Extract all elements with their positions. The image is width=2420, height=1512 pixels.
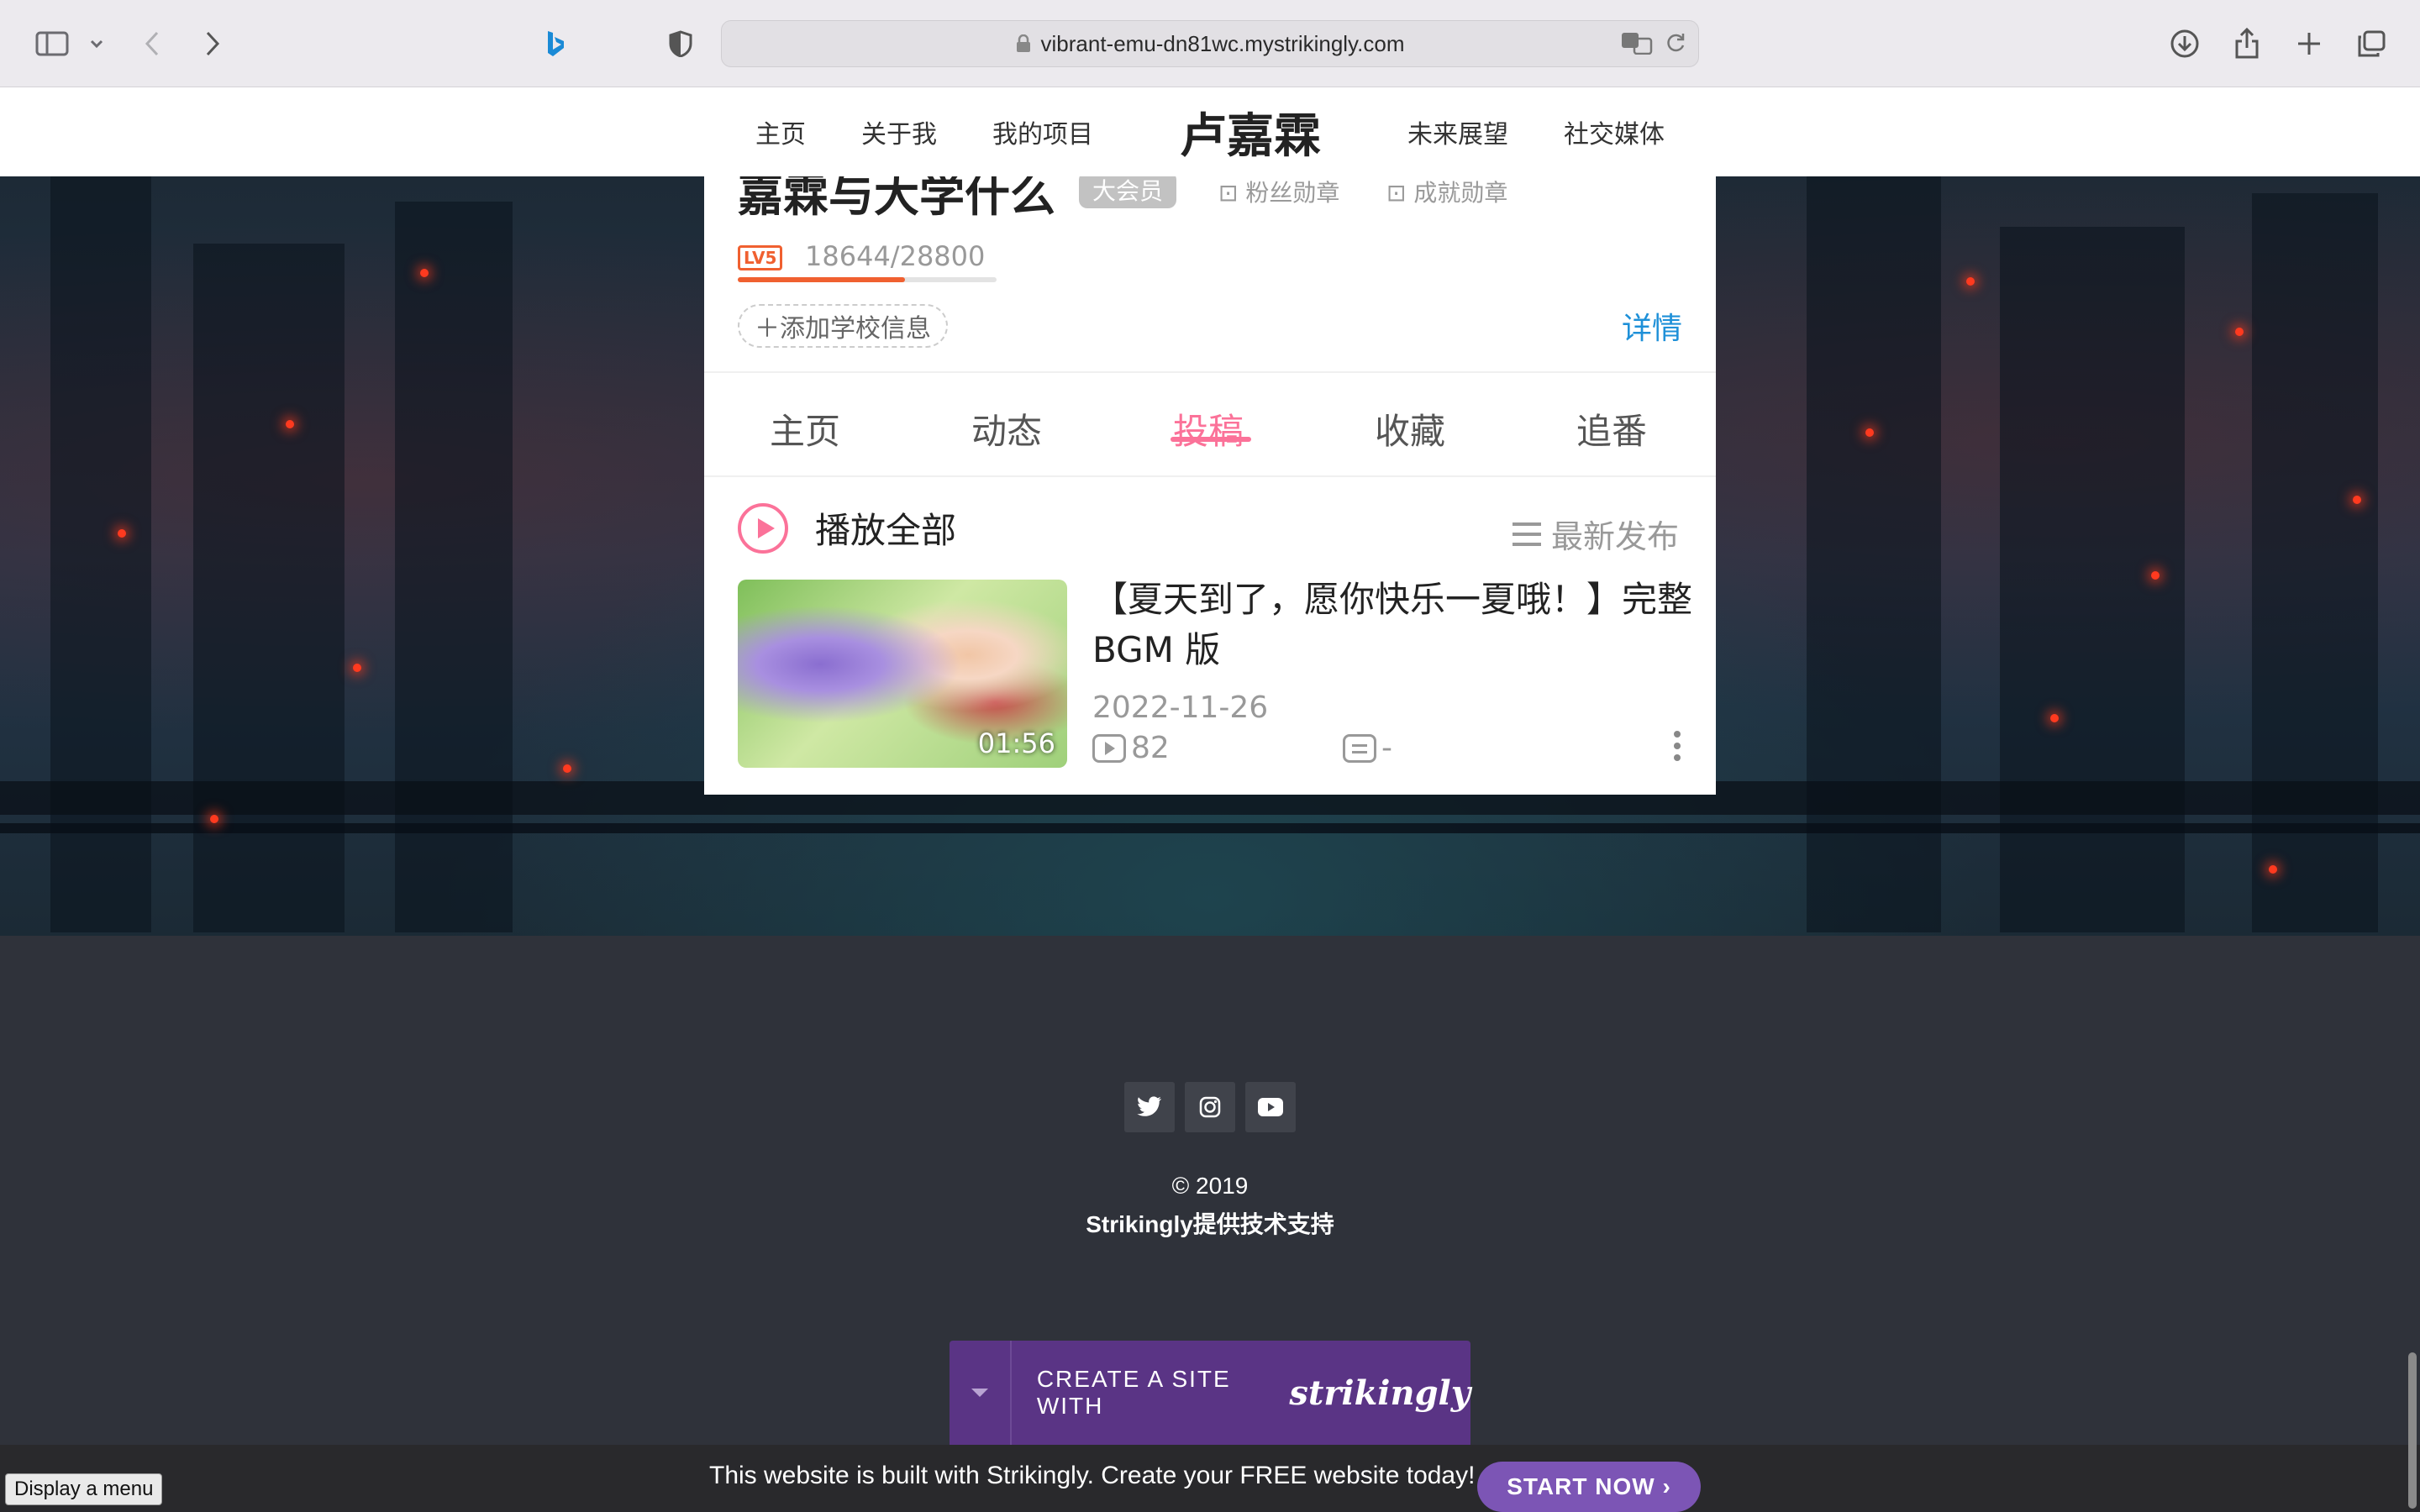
nav-projects[interactable]: 我的项目 <box>992 113 1093 150</box>
site-title[interactable]: 卢嘉霖 <box>1180 98 1321 166</box>
profile-card-image: 嘉霖与大学什么 大会员 ⊡ 粉丝勋章 ⊡ 成就勋章 LV5 18644/2880… <box>704 176 1716 795</box>
profile-tabs: 主页 动态 投稿 收藏 追番 <box>704 373 1716 477</box>
strikingly-logo: strikingly <box>1289 1373 1470 1413</box>
add-school-button[interactable]: ＋添加学校信息 <box>738 304 948 348</box>
tab-home[interactable]: 主页 <box>770 403 840 454</box>
level-badge: LV5 <box>738 245 783 270</box>
chevron-down-icon[interactable] <box>86 22 108 66</box>
video-duration: 01:56 <box>977 727 1055 759</box>
play-all-label: 播放全部 <box>815 510 957 551</box>
active-tab-indicator <box>1171 437 1251 442</box>
back-icon[interactable] <box>139 22 165 66</box>
address-bar[interactable]: vibrant-emu-dn81wc.mystrikingly.com <box>721 20 1699 67</box>
nav-about[interactable]: 关于我 <box>861 113 937 150</box>
create-site-bar[interactable]: CREATE A SITE WITH strikingly <box>950 1341 1470 1445</box>
sidebar-icon[interactable] <box>32 22 72 66</box>
collapse-arrow-icon[interactable] <box>950 1341 1012 1445</box>
experience-text: 18644/28800 <box>805 240 986 272</box>
youtube-icon[interactable] <box>1245 1082 1296 1132</box>
vip-badge: 大会员 <box>1079 176 1177 208</box>
translate-icon[interactable] <box>1621 31 1653 58</box>
view-count: 82 <box>1131 731 1170 765</box>
create-site-text: CREATE A SITE WITH <box>1036 1366 1231 1419</box>
achievement-medal: ⊡ 成就勋章 <box>1386 179 1508 207</box>
video-danmaku: - <box>1343 731 1392 765</box>
tabs-overview-icon[interactable] <box>2354 22 2388 66</box>
nav-social[interactable]: 社交媒体 <box>1564 113 1665 150</box>
nav-home[interactable]: 主页 <box>755 113 806 150</box>
play-count-icon <box>1092 733 1126 763</box>
video-thumbnail[interactable]: 01:56 <box>738 580 1067 768</box>
reload-icon[interactable] <box>1665 31 1686 58</box>
download-icon[interactable] <box>2166 22 2203 66</box>
browser-toolbar: vibrant-emu-dn81wc.mystrikingly.com <box>0 0 2420 87</box>
tab-dynamics[interactable]: 动态 <box>971 403 1042 454</box>
twitter-icon[interactable] <box>1124 1082 1175 1132</box>
new-tab-icon[interactable] <box>2292 22 2326 66</box>
tab-favorites[interactable]: 收藏 <box>1375 403 1445 454</box>
nav-future[interactable]: 未来展望 <box>1407 113 1508 150</box>
divider <box>704 475 1716 477</box>
share-icon[interactable] <box>2230 22 2264 66</box>
play-circle-icon <box>738 502 788 554</box>
sort-label: 最新发布 <box>1550 518 1679 555</box>
shield-icon[interactable] <box>666 22 696 66</box>
video-date: 2022-11-26 <box>1092 690 1269 725</box>
fans-medal: ⊡ 粉丝勋章 <box>1218 179 1340 207</box>
banner-text: This website is built with Strikingly. C… <box>709 1462 1476 1489</box>
scrollbar[interactable] <box>2408 1352 2417 1509</box>
play-all-button[interactable]: 播放全部 <box>738 502 956 554</box>
experience-bar <box>738 277 997 282</box>
experience-bar-fill <box>738 277 906 282</box>
bing-icon[interactable] <box>543 22 568 66</box>
strikingly-banner: This website is built with Strikingly. C… <box>0 1445 2420 1512</box>
powered-by-text[interactable]: Strikingly提供技术支持 <box>0 1206 2420 1240</box>
danmaku-count: - <box>1381 731 1392 765</box>
video-views: 82 <box>1092 731 1170 765</box>
forward-icon[interactable] <box>200 22 225 66</box>
display-menu-tooltip: Display a menu <box>5 1473 163 1505</box>
site-navigation: 主页 关于我 我的项目 卢嘉霖 未来展望 社交媒体 <box>0 87 2420 176</box>
tab-uploads[interactable]: 投稿 <box>1173 403 1244 454</box>
copyright-text: © 2019 <box>1171 1173 1249 1199</box>
start-now-button[interactable]: START NOW › <box>1477 1462 1701 1512</box>
more-options-icon[interactable] <box>1674 731 1682 761</box>
sort-button[interactable]: 最新发布 <box>1512 511 1679 557</box>
details-link[interactable]: 详情 <box>1622 304 1682 348</box>
lock-icon <box>1016 34 1031 53</box>
social-links <box>1124 1082 1296 1132</box>
video-title[interactable]: 【夏天到了，愿你快乐一夏哦！】完整 BGM 版 <box>1092 575 1697 675</box>
profile-name: 嘉霖与大学什么 <box>738 176 1055 222</box>
instagram-icon[interactable] <box>1185 1082 1235 1132</box>
danmaku-icon <box>1343 733 1376 763</box>
list-icon <box>1512 522 1541 546</box>
url-text: vibrant-emu-dn81wc.mystrikingly.com <box>1040 30 1405 56</box>
tab-bangumi[interactable]: 追番 <box>1576 403 1647 454</box>
